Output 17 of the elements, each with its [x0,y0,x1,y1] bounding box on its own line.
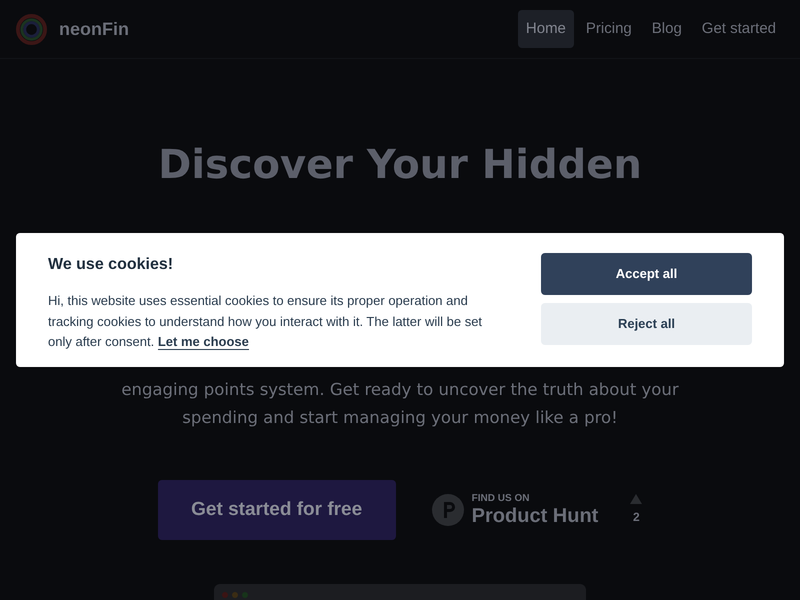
nav-link[interactable]: Get started [694,10,784,48]
product-hunt-caption: FIND US ON [472,494,530,504]
product-hunt-name: Product Hunt [472,506,598,526]
let-me-choose-link[interactable]: Let me choose [158,334,249,350]
accept-all-button[interactable]: Accept all [541,253,752,295]
cookie-title: We use cookies! [48,255,174,275]
nav-link[interactable]: Pricing [578,10,640,48]
hero-description: engaging points system. Get ready to uncover the truth about your spending and start managing your money like a pro! [120,379,680,429]
nav-link[interactable]: Blog [644,10,690,48]
nav-link[interactable]: Home [518,10,574,48]
cta-button[interactable]: Get started for free [158,480,396,540]
vote-count: 2 [632,509,640,526]
cookie-text: Hi, this website uses essential cookies to ensure its proper operation and tracking cookies to understand how you interact with it. The latter will be set only after consent. Let me choose [48,292,484,352]
hero-title: Discover Your Hidden [158,141,642,190]
brand-name[interactable]: neonFin [59,16,129,42]
reject-all-button[interactable]: Reject all [541,303,752,345]
product-hunt-badge[interactable]: FIND US ON Product Hunt 2 [432,494,642,526]
